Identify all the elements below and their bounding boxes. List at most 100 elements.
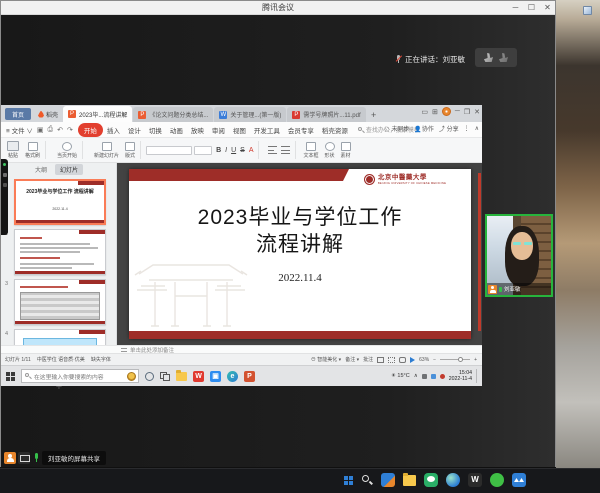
play-from-current-button[interactable]: 当页开始 — [57, 142, 77, 159]
font-size-select[interactable] — [194, 146, 212, 155]
show-desktop-button[interactable] — [476, 369, 479, 383]
weather-widget[interactable]: ☀ 15°C — [391, 373, 410, 379]
menu-view[interactable]: 视图 — [229, 123, 250, 137]
beautify-button[interactable]: ⊖ 智能美化 ▾ — [311, 356, 341, 363]
underline-button[interactable]: U — [231, 147, 236, 154]
new-document-tab-button[interactable]: + — [367, 108, 381, 122]
floating-toolbar[interactable] — [1, 159, 8, 235]
layout-button[interactable]: 版式 — [125, 142, 135, 159]
paste-button[interactable]: 粘贴 — [7, 141, 19, 159]
clap-icon[interactable] — [499, 53, 508, 62]
font-name-select[interactable] — [146, 146, 192, 155]
meeting-taskbar-icon[interactable]: ▣ — [210, 371, 221, 382]
slide-thumbnail-2[interactable] — [14, 229, 106, 275]
doc-tab-presentation[interactable]: P 2023毕...流程讲解 — [63, 106, 132, 122]
edge-icon[interactable]: e — [227, 371, 238, 382]
canvas-scrollbar[interactable] — [478, 173, 481, 331]
sync-status[interactable]: ☁ 未同步 — [384, 124, 410, 133]
cortana-icon[interactable] — [145, 372, 154, 381]
undo-icon[interactable]: ↶ — [57, 126, 63, 134]
italic-button[interactable]: I — [225, 147, 227, 154]
menu-transition[interactable]: 切换 — [145, 123, 166, 137]
menu-member[interactable]: 会员专享 — [284, 123, 318, 137]
app-green-icon[interactable] — [490, 473, 504, 487]
zoom-level[interactable]: 63% — [419, 357, 429, 363]
taskbar-clock[interactable]: 15:04 2022-11-4 — [449, 370, 472, 382]
powerpoint-icon[interactable]: P — [244, 371, 255, 382]
font-color-button[interactable]: A — [249, 147, 254, 154]
strikethrough-button[interactable]: S — [240, 147, 245, 154]
outline-tab[interactable]: 大纲 — [35, 165, 47, 174]
win11-start-button[interactable] — [344, 476, 353, 485]
wps-taskbar-icon[interactable]: W — [193, 371, 204, 382]
maximize-button[interactable]: ☐ — [524, 1, 539, 14]
normal-view-icon[interactable] — [377, 357, 384, 363]
shapes-button[interactable]: 形状 — [325, 142, 335, 159]
wps-store-tab[interactable]: 稻壳 — [33, 108, 63, 120]
textbox-button[interactable]: 文本框 — [303, 142, 318, 159]
zoom-in-icon[interactable]: + — [474, 357, 477, 363]
doc-tab-management[interactable]: W 关于管理...(第一版) — [214, 107, 286, 122]
notes-button[interactable]: 备注 ▾ — [345, 356, 359, 363]
bold-button[interactable]: B — [216, 147, 221, 154]
wps-close-icon[interactable]: ✕ — [474, 108, 480, 116]
apps-grid-icon[interactable]: ⊞ — [432, 108, 438, 116]
file-explorer-icon[interactable] — [176, 372, 187, 381]
current-slide[interactable]: 北京中醫藥大學 BEIJING UNIVERSITY OF CHINESE ME… — [129, 169, 471, 339]
slide-thumbnail-1[interactable]: 2023毕业与学位工作 流程讲解 2022.11.4 — [14, 179, 106, 225]
zoom-slider[interactable] — [440, 359, 470, 360]
close-button[interactable]: ✕ — [540, 1, 555, 14]
more-icon[interactable]: ⋮ — [464, 125, 470, 132]
volume-icon[interactable] — [431, 374, 436, 379]
desktop-shortcut-icon[interactable] — [583, 6, 592, 15]
zoom-out-icon[interactable]: − — [433, 357, 436, 363]
raise-hand-icon[interactable] — [484, 53, 493, 62]
win11-meeting-icon[interactable] — [512, 473, 526, 487]
participant-video[interactable]: 刘亚敏 — [485, 214, 553, 297]
win11-search-icon[interactable] — [361, 474, 373, 486]
taskbar-search-box[interactable]: 在这里输入你要搜索的内容 — [21, 369, 139, 383]
material-button[interactable]: 素材 — [341, 142, 351, 159]
reading-view-icon[interactable] — [399, 357, 406, 363]
doc-tab-summary[interactable]: P 《论文问题分类总结... — [133, 107, 213, 122]
share-button[interactable]: ⤴ 分享 — [439, 124, 459, 133]
align-center-icon[interactable] — [281, 146, 290, 154]
notes-bar[interactable]: 单击此处添加备注 — [1, 345, 482, 353]
doc-tab-pdf[interactable]: P 需学号牌照片...11.pdf — [287, 107, 365, 122]
collapse-ribbon-icon[interactable]: ∧ — [475, 125, 479, 132]
menu-docer[interactable]: 稻壳资源 — [318, 123, 352, 137]
tray-expand-icon[interactable]: ∧ — [414, 373, 418, 379]
wps-home-tab[interactable]: 首页 — [5, 108, 31, 120]
menu-file[interactable]: ≡ 文件 ∨ — [6, 125, 33, 135]
save-icon[interactable]: ▣ — [37, 126, 44, 134]
collaborate-button[interactable]: 👤协作 — [414, 124, 434, 133]
wps-restore-icon[interactable]: ❐ — [464, 108, 470, 116]
wechat-icon[interactable] — [424, 473, 438, 487]
menu-animation[interactable]: 动画 — [166, 123, 187, 137]
print-icon[interactable]: ⎙ — [48, 126, 54, 134]
slideshow-play-icon[interactable] — [410, 357, 415, 363]
menu-design[interactable]: 设计 — [124, 123, 145, 137]
wps-minimize-icon[interactable]: ─ — [455, 108, 460, 115]
menu-slideshow[interactable]: 放映 — [187, 123, 208, 137]
menu-insert[interactable]: 插入 — [103, 123, 124, 137]
format-painter-button[interactable]: 格式刷 — [25, 142, 40, 159]
menu-start[interactable]: 开始 — [78, 123, 103, 137]
new-slide-button[interactable]: 新建幻灯片 — [94, 142, 119, 159]
reaction-panel[interactable] — [475, 48, 517, 67]
skin-theme-icon[interactable] — [442, 107, 451, 116]
sorter-view-icon[interactable] — [388, 357, 395, 363]
redo-icon[interactable]: ↷ — [67, 126, 73, 134]
slide-thumbnail-3[interactable] — [14, 279, 106, 325]
task-view-icon[interactable] — [160, 372, 170, 381]
menu-review[interactable]: 审阅 — [208, 123, 229, 137]
missing-font-warning[interactable]: 缺失字体 — [91, 356, 111, 363]
tray-app-icon[interactable] — [440, 374, 445, 379]
network-icon[interactable] — [422, 374, 427, 379]
menu-devtools[interactable]: 开发工具 — [250, 123, 284, 137]
workspace-icon[interactable]: ▭ — [421, 108, 428, 116]
win11-explorer-icon[interactable] — [403, 475, 416, 486]
start-button[interactable] — [6, 372, 15, 381]
win11-wps-icon[interactable]: W — [468, 473, 482, 487]
slides-tab[interactable]: 幻灯片 — [55, 164, 83, 175]
